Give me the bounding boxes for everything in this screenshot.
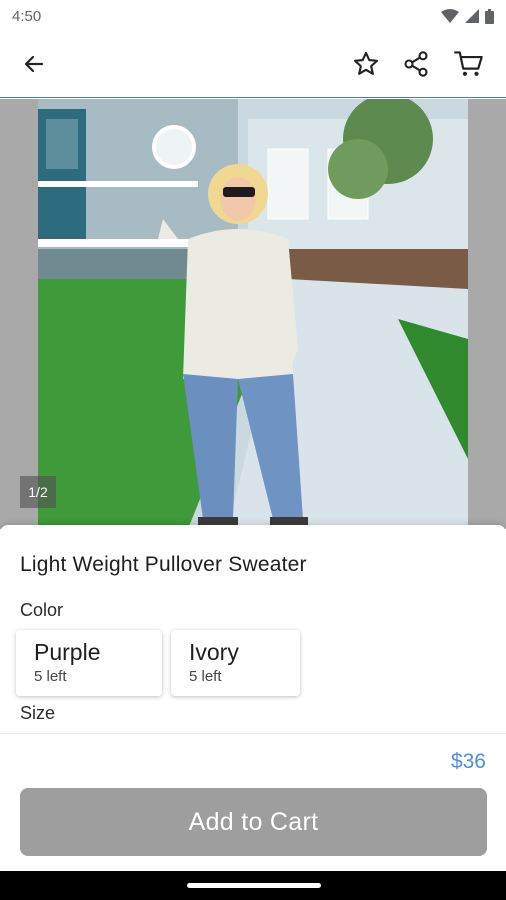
size-label: Size xyxy=(20,703,56,723)
signal-icon xyxy=(465,9,479,23)
color-option-purple[interactable]: Purple 5 left xyxy=(16,630,162,696)
product-details-sheet: Light Weight Pullover Sweater Color Purp… xyxy=(0,525,506,735)
image-pager-indicator: 1/2 xyxy=(20,476,56,508)
system-navigation-bar xyxy=(0,871,506,900)
product-image-gallery[interactable]: 1/2 xyxy=(0,99,506,529)
product-price: $36 xyxy=(450,750,486,773)
status-icons xyxy=(441,8,494,24)
app-bar xyxy=(0,32,506,98)
back-arrow-icon xyxy=(24,55,44,73)
product-photo xyxy=(38,99,468,529)
wifi-icon xyxy=(441,9,459,23)
product-title: Light Weight Pullover Sweater xyxy=(20,553,307,576)
cart-button[interactable] xyxy=(451,46,487,82)
color-label: Color xyxy=(20,600,64,620)
share-icon xyxy=(404,51,428,77)
color-option-stock: 5 left xyxy=(189,668,222,685)
cart-icon xyxy=(454,51,483,76)
back-button[interactable] xyxy=(16,46,52,82)
star-icon xyxy=(353,51,379,75)
purchase-footer: $36 Add to Cart xyxy=(0,733,506,871)
color-option-ivory[interactable]: Ivory 5 left xyxy=(171,630,300,696)
status-time: 4:50 xyxy=(12,7,42,25)
home-gesture-handle[interactable] xyxy=(187,883,321,888)
status-bar: 4:50 xyxy=(0,0,506,32)
favorite-button[interactable] xyxy=(348,46,384,82)
color-option-stock: 5 left xyxy=(34,668,67,685)
battery-icon xyxy=(485,8,494,24)
color-option-name: Purple xyxy=(34,639,101,665)
share-button[interactable] xyxy=(398,46,434,82)
color-option-name: Ivory xyxy=(189,639,239,665)
add-to-cart-button[interactable]: Add to Cart xyxy=(20,788,487,856)
